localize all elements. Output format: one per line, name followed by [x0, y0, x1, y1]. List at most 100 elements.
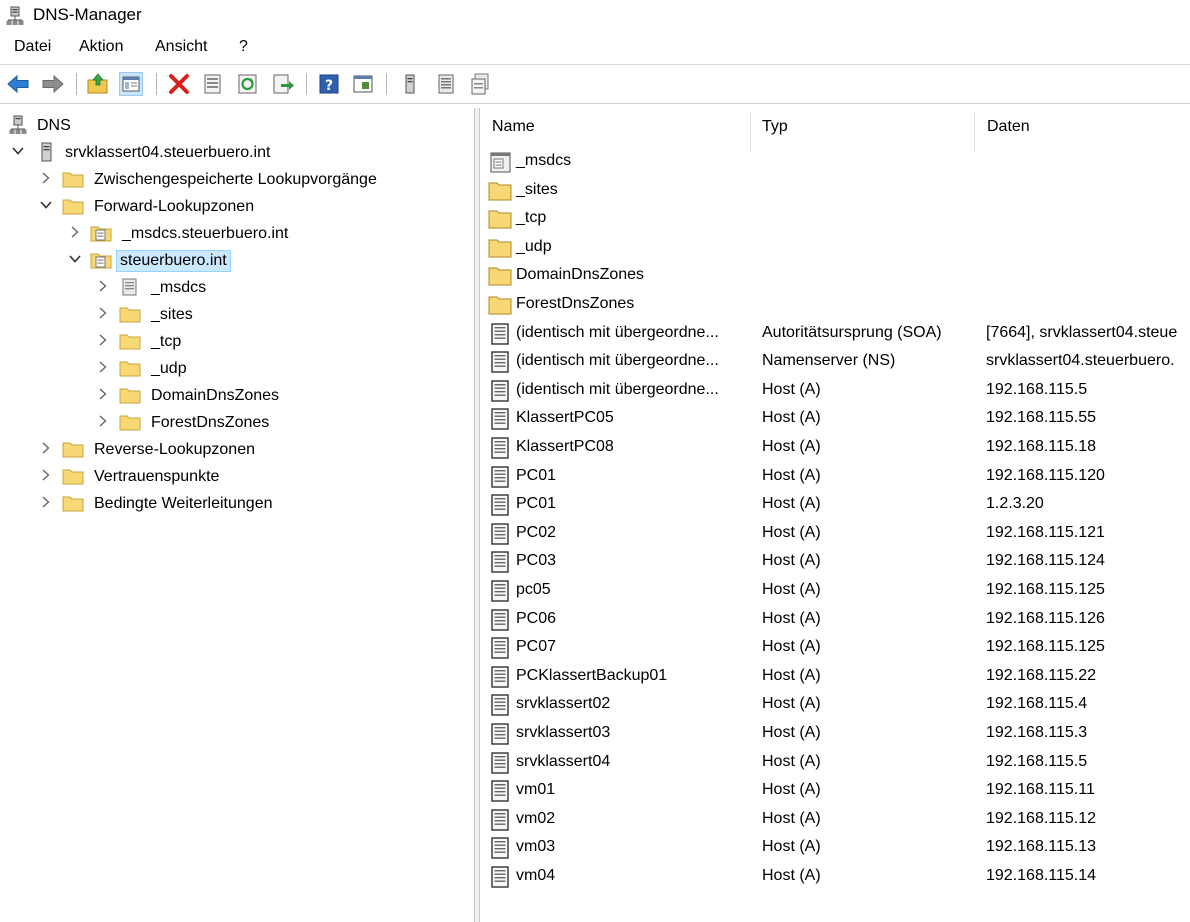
record-data: 192.168.115.5 [986, 752, 1088, 770]
tree-item-cached-lookups[interactable]: Zwischengespeicherte Lookupvorgänge [0, 168, 474, 194]
tree-item-reverse-lookup[interactable]: Reverse-Lookupzonen [0, 438, 474, 464]
table-row[interactable]: PC07 Host (A) 192.168.115.125 [482, 634, 1190, 662]
chevron-right-icon[interactable] [96, 360, 110, 374]
chevron-right-icon[interactable] [96, 279, 110, 293]
table-row[interactable]: _sites [482, 177, 1190, 205]
menu-ansicht[interactable]: Ansicht [155, 38, 207, 56]
table-row[interactable]: PC03 Host (A) 192.168.115.124 [482, 548, 1190, 576]
record-data: 192.168.115.126 [986, 609, 1105, 627]
table-row[interactable]: KlassertPC08 Host (A) 192.168.115.18 [482, 434, 1190, 462]
tree-item-server[interactable]: srvklassert04.steuerbuero.int [0, 141, 474, 167]
help-icon[interactable]: ? [317, 72, 341, 96]
tree-pane: DNS srvklassert04.steuerbuero.int Zwisch… [0, 108, 474, 922]
record-icon [488, 808, 512, 832]
tree-item-msdcs-zone[interactable]: _msdcs.steuerbuero.int [0, 222, 474, 248]
menu-help[interactable]: ? [239, 38, 248, 56]
tree-item-trust-points[interactable]: Vertrauenspunkte [0, 465, 474, 491]
table-row[interactable]: vm04 Host (A) 192.168.115.14 [482, 863, 1190, 891]
table-row[interactable]: DomainDnsZones [482, 262, 1190, 290]
column-header-name[interactable]: Name [492, 118, 535, 136]
folder-icon [62, 466, 84, 486]
record-icon [488, 550, 512, 574]
forward-icon[interactable] [41, 72, 65, 96]
export-icon[interactable] [271, 72, 295, 96]
tree-item-tcp[interactable]: _tcp [0, 330, 474, 356]
chevron-right-icon[interactable] [96, 387, 110, 401]
server-icon[interactable] [398, 72, 422, 96]
delegation-icon [119, 277, 139, 297]
record-name: PC02 [516, 523, 557, 541]
tree-label: srvklassert04.steuerbuero.int [65, 144, 271, 161]
table-row[interactable]: pc05 Host (A) 192.168.115.125 [482, 577, 1190, 605]
table-row[interactable]: (identisch mit übergeordne... Namenserver… [482, 348, 1190, 376]
record-data: 192.168.115.120 [986, 466, 1105, 484]
record-data: [7664], srvklassert04.steue [986, 323, 1178, 341]
table-row[interactable]: _msdcs [482, 148, 1190, 176]
record-data: 192.168.115.125 [986, 581, 1105, 598]
record-type: Host (A) [762, 495, 821, 513]
chevron-right-icon[interactable] [96, 414, 110, 428]
table-row[interactable]: (identisch mit übergeordne... Autoritätsu… [482, 320, 1190, 348]
record-icon [488, 379, 512, 403]
chevron-down-icon[interactable] [68, 252, 82, 266]
tree-item-domaindnszones[interactable]: DomainDnsZones [0, 384, 474, 410]
chevron-down-icon[interactable] [11, 144, 25, 158]
pane-splitter[interactable] [474, 108, 480, 922]
column-divider[interactable] [974, 112, 975, 152]
table-row[interactable]: srvklassert02 Host (A) 192.168.115.4 [482, 691, 1190, 719]
menu-aktion[interactable]: Aktion [79, 38, 123, 56]
table-row[interactable]: (identisch mit übergeordne... Host (A) 192… [482, 377, 1190, 405]
properties-icon[interactable] [201, 72, 225, 96]
table-row[interactable]: srvklassert04 Host (A) 192.168.115.5 [482, 749, 1190, 777]
column-header-type[interactable]: Typ [762, 118, 788, 136]
console-icon[interactable] [351, 72, 375, 96]
table-row[interactable]: ForestDnsZones [482, 291, 1190, 319]
back-icon[interactable] [6, 72, 30, 96]
chevron-down-icon[interactable] [39, 198, 53, 212]
refresh-icon[interactable] [236, 72, 260, 96]
column-header-data[interactable]: Daten [987, 118, 1030, 136]
table-row[interactable]: PC06 Host (A) 192.168.115.126 [482, 606, 1190, 634]
column-divider[interactable] [750, 112, 751, 152]
record-icon [488, 636, 512, 660]
show-hide-tree-icon[interactable] [119, 72, 143, 96]
tree-item-forestdnszones[interactable]: ForestDnsZones [0, 411, 474, 437]
record-icon [488, 693, 512, 717]
zone-settings-icon[interactable] [469, 72, 493, 96]
table-row[interactable]: vm02 Host (A) 192.168.115.12 [482, 806, 1190, 834]
table-row[interactable]: PC02 Host (A) 192.168.115.121 [482, 520, 1190, 548]
record-type: Host (A) [762, 409, 821, 427]
table-row[interactable]: PC01 Host (A) 1.2.3.20 [482, 491, 1190, 519]
tree-label: Bedingte Weiterleitungen [94, 495, 273, 512]
up-folder-icon[interactable] [86, 72, 110, 96]
tree-item-dns[interactable]: DNS [0, 114, 474, 140]
chevron-right-icon[interactable] [39, 441, 53, 455]
table-row[interactable]: PC01 Host (A) 192.168.115.120 [482, 463, 1190, 491]
chevron-right-icon[interactable] [96, 333, 110, 347]
tree-item-conditional-forwarders[interactable]: Bedingte Weiterleitungen [0, 492, 474, 518]
chevron-right-icon[interactable] [39, 468, 53, 482]
chevron-right-icon[interactable] [68, 225, 82, 239]
record-data: 192.168.115.18 [986, 438, 1097, 455]
table-row[interactable]: KlassertPC05 Host (A) 192.168.115.55 [482, 405, 1190, 433]
table-row[interactable]: _udp [482, 234, 1190, 262]
table-row[interactable]: vm01 Host (A) 192.168.115.11 [482, 777, 1190, 805]
table-row[interactable]: _tcp [482, 205, 1190, 233]
record-icon [488, 350, 512, 374]
chevron-right-icon[interactable] [39, 495, 53, 509]
delete-icon[interactable] [167, 72, 191, 96]
table-row[interactable]: srvklassert03 Host (A) 192.168.115.3 [482, 720, 1190, 748]
chevron-right-icon[interactable] [39, 171, 53, 185]
record-name: (identisch mit übergeordne... [516, 380, 719, 398]
chevron-right-icon[interactable] [96, 306, 110, 320]
table-row[interactable]: vm03 Host (A) 192.168.115.13 [482, 834, 1190, 862]
tree-item-sites[interactable]: _sites [0, 303, 474, 329]
record-name: PC01 [516, 495, 557, 513]
zone-icon[interactable] [434, 72, 458, 96]
tree-item-forward-lookup[interactable]: Forward-Lookupzonen [0, 195, 474, 221]
tree-item-udp[interactable]: _udp [0, 357, 474, 383]
table-row[interactable]: PCKlassertBackup01 Host (A) 192.168.115.22 [482, 663, 1190, 691]
tree-item-steuerbuero-zone[interactable]: steuerbuero.int [0, 249, 474, 275]
tree-item-msdcs[interactable]: _msdcs [0, 276, 474, 302]
menu-datei[interactable]: Datei [14, 38, 51, 56]
